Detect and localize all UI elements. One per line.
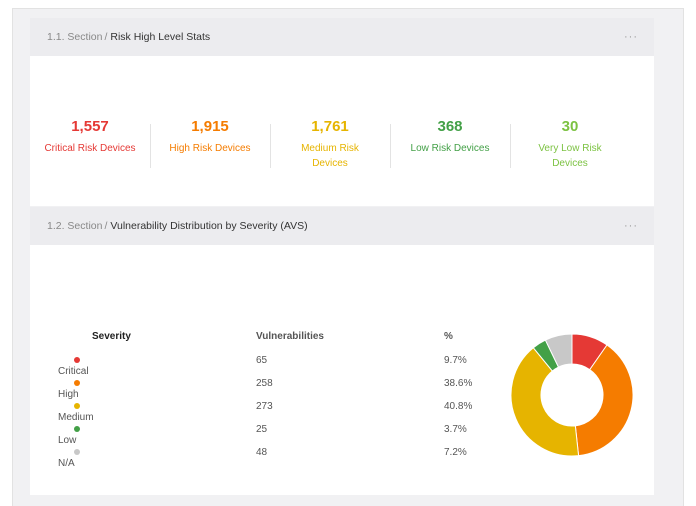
vulnerability-count: 65 — [256, 355, 268, 366]
risk-stat-label: Critical Risk Devices — [44, 143, 136, 154]
risk-stat-4: 30 Very Low Risk Devices — [510, 118, 630, 178]
header-vulnerabilities: Vulnerabilities — [256, 331, 324, 342]
header-percent: % — [444, 331, 453, 342]
risk-stat-label: Medium Risk Devices — [301, 143, 359, 169]
vulnerability-percent: 40.8% — [444, 401, 473, 412]
section-title: Risk High Level Stats — [110, 31, 211, 43]
severity-donut-chart — [510, 333, 634, 457]
severity-dot-icon — [74, 380, 80, 387]
risk-stat-3: 368 Low Risk Devices — [390, 118, 510, 178]
vulnerability-percent: 9.7% — [444, 355, 467, 366]
severity-cell: N/A — [58, 447, 90, 469]
severity-dot-icon — [74, 357, 80, 364]
section-title-group: 1.2. Section / Vulnerability Distribution … — [47, 220, 308, 232]
risk-stat-label: Low Risk Devices — [410, 143, 490, 154]
vulnerability-percent: 3.7% — [444, 424, 467, 435]
severity-name: Critical — [58, 366, 89, 377]
severity-cell: High — [58, 378, 90, 400]
breadcrumb-separator: / — [104, 220, 108, 232]
section-number: 1.1. Section — [47, 31, 103, 43]
risk-stats-panel: 1,557 Critical Risk Devices 1,915 High Risk… — [30, 56, 654, 206]
risk-stat-label: High Risk Devices — [169, 143, 251, 154]
vulnerability-count: 48 — [256, 447, 268, 458]
severity-dot-icon — [74, 449, 80, 456]
more-options-icon[interactable]: ··· — [624, 220, 638, 232]
severity-name: Medium — [58, 412, 94, 423]
more-options-icon[interactable]: ··· — [624, 31, 638, 43]
vuln-distribution-panel: Severity Vulnerabilities % Critical 65 9.7… — [30, 245, 654, 495]
section-title-group: 1.1. Section / Risk High Level Stats — [47, 31, 210, 43]
risk-stat-2: 1,761 Medium Risk Devices — [270, 118, 390, 178]
risk-stat-value: 1,557 — [71, 118, 109, 135]
risk-stat-value: 1,915 — [191, 118, 229, 135]
severity-name: Low — [58, 435, 77, 446]
severity-name: N/A — [58, 458, 75, 469]
vulnerability-count: 25 — [256, 424, 268, 435]
severity-cell: Medium — [58, 401, 94, 423]
risk-stat-label: Very Low Risk Devices — [538, 143, 602, 169]
risk-stat-value: 30 — [561, 118, 579, 135]
section-header-vuln-distribution: 1.2. Section / Vulnerability Distribution … — [30, 207, 654, 245]
donut-svg — [510, 333, 634, 457]
section-number: 1.2. Section — [47, 220, 103, 232]
severity-dot-icon — [74, 403, 80, 410]
risk-stat-1: 1,915 High Risk Devices — [150, 118, 270, 178]
header-severity: Severity — [92, 331, 131, 342]
severity-cell: Low — [58, 424, 90, 446]
vulnerability-count: 273 — [256, 401, 273, 412]
vulnerability-percent: 38.6% — [444, 378, 473, 389]
vulnerability-percent: 7.2% — [444, 447, 467, 458]
risk-stat-0: 1,557 Critical Risk Devices — [30, 118, 150, 178]
severity-name: High — [58, 389, 79, 400]
risk-stat-value: 1,761 — [311, 118, 349, 135]
severity-dot-icon — [74, 426, 80, 433]
section-title: Vulnerability Distribution by Severity (… — [110, 220, 308, 232]
section-header-risk-stats: 1.1. Section / Risk High Level Stats ··· — [30, 18, 654, 56]
breadcrumb-separator: / — [104, 31, 108, 43]
vulnerability-count: 258 — [256, 378, 273, 389]
risk-stats-row: 1,557 Critical Risk Devices 1,915 High Risk… — [30, 118, 654, 178]
severity-cell: Critical — [58, 355, 90, 377]
risk-stat-value: 368 — [437, 118, 463, 135]
